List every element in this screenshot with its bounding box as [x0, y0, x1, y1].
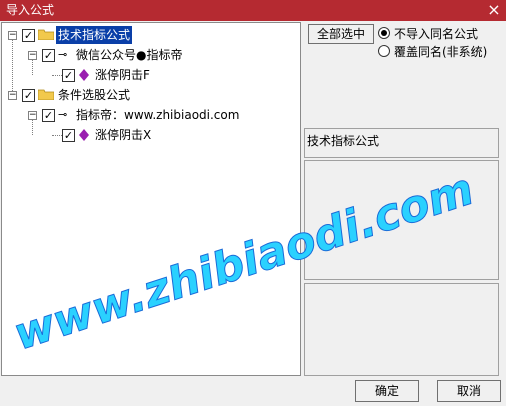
tree-node-label: 指标帝：www.zhibiaodi.com: [76, 108, 240, 122]
cancel-button[interactable]: 取消: [437, 380, 501, 402]
radio-label: 覆盖同名(非系统): [394, 45, 488, 59]
key-icon: ⊸: [58, 48, 68, 61]
tree-node-website[interactable]: − ✓ ⊸ 指标帝：www.zhibiaodi.com: [2, 106, 300, 124]
tree-node-label: 微信公众号●指标帝: [76, 48, 183, 62]
tree-node-label: 条件选股公式: [58, 88, 131, 102]
tree-node-formula-x[interactable]: ✓ 涨停阴击X: [2, 126, 300, 144]
tree-node-label: 技术指标公式: [56, 26, 133, 44]
tree-node-formula-f[interactable]: ✓ 涨停阴击F: [2, 66, 300, 84]
radio-button-selected[interactable]: [378, 27, 390, 39]
collapse-icon[interactable]: −: [8, 31, 17, 40]
folder-icon: [38, 89, 54, 100]
collapse-icon[interactable]: −: [28, 51, 37, 60]
checkbox-checked[interactable]: ✓: [22, 29, 35, 42]
radio-option-skip[interactable]: 不导入同名公式: [378, 25, 504, 41]
tree-node-wechat-account[interactable]: − ✓ ⊸ 微信公众号●指标帝: [2, 46, 300, 64]
tree-node-stock-screening[interactable]: − ✓ 条件选股公式: [2, 86, 300, 104]
collapse-icon[interactable]: −: [28, 111, 37, 120]
folder-icon: [38, 29, 54, 40]
collapse-icon[interactable]: −: [8, 91, 17, 100]
select-all-button[interactable]: 全部选中: [308, 24, 374, 44]
import-formula-dialog: 导入公式 × − ✓ 技术指标公式 − ✓ ⊸ 微信公众号●指标帝 ✓ 涨停阴击…: [0, 0, 506, 406]
formula-diamond-icon: [79, 69, 89, 81]
formula-diamond-icon: [79, 129, 89, 141]
category-label: 技术指标公式: [307, 134, 380, 148]
radio-button[interactable]: [378, 45, 390, 57]
tree-node-label: 涨停阴击X: [95, 128, 152, 142]
checkbox-checked[interactable]: ✓: [22, 89, 35, 102]
title-bar[interactable]: 导入公式 ×: [0, 0, 506, 21]
close-icon[interactable]: ×: [482, 0, 506, 21]
checkbox-checked[interactable]: ✓: [62, 129, 75, 142]
window-title: 导入公式: [6, 3, 55, 17]
radio-label: 不导入同名公式: [394, 27, 479, 41]
formula-tree[interactable]: − ✓ 技术指标公式 − ✓ ⊸ 微信公众号●指标帝 ✓ 涨停阴击F − ✓ 条…: [1, 22, 301, 376]
tree-node-technical-indicators[interactable]: − ✓ 技术指标公式: [2, 26, 300, 44]
key-icon: ⊸: [58, 108, 68, 121]
checkbox-checked[interactable]: ✓: [62, 69, 75, 82]
description-panel: [304, 160, 499, 280]
preview-panel: [304, 283, 499, 376]
radio-option-overwrite[interactable]: 覆盖同名(非系统): [378, 43, 504, 59]
category-panel: 技术指标公式: [304, 128, 499, 158]
ok-button[interactable]: 确定: [355, 380, 419, 402]
tree-node-label: 涨停阴击F: [95, 68, 150, 82]
checkbox-checked[interactable]: ✓: [42, 49, 55, 62]
checkbox-checked[interactable]: ✓: [42, 109, 55, 122]
